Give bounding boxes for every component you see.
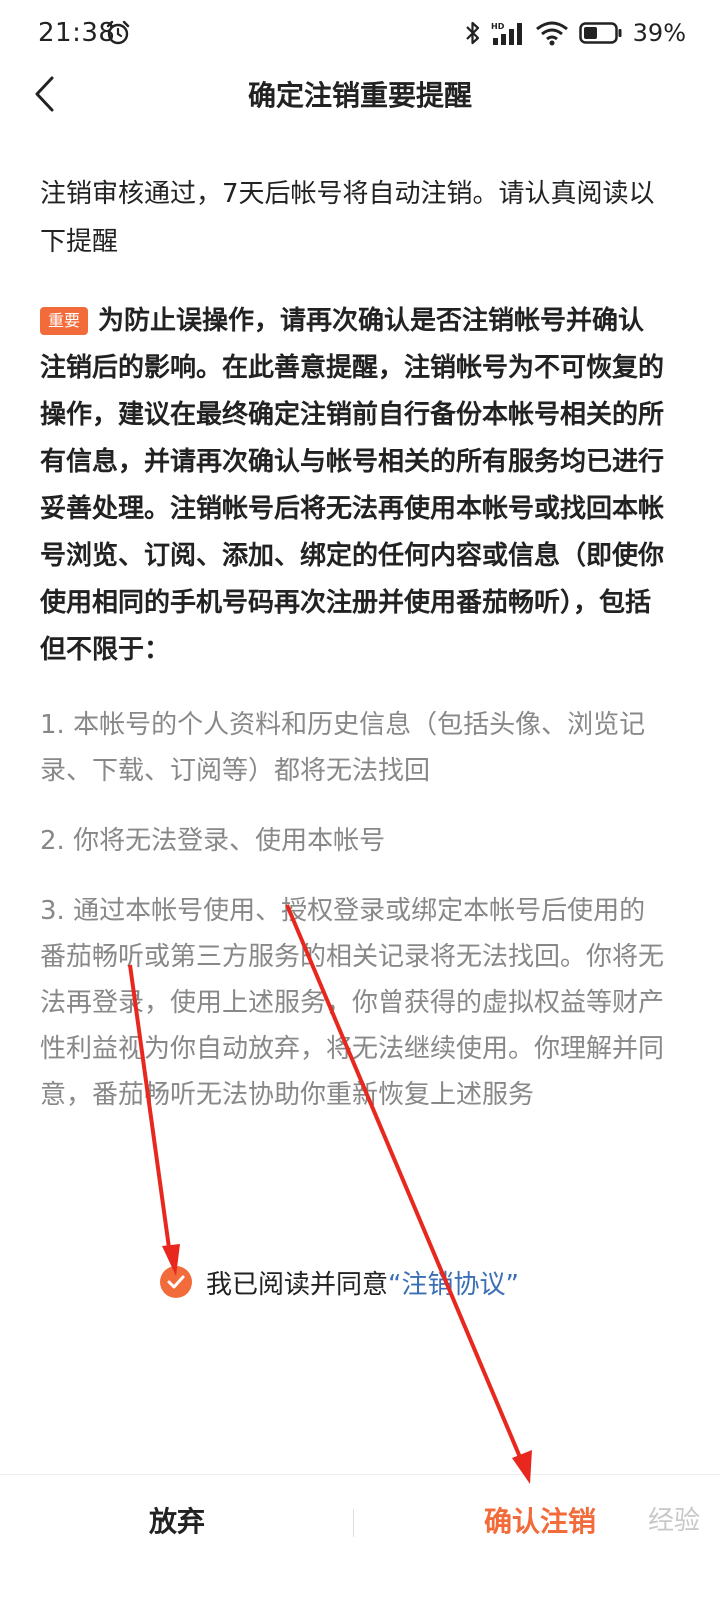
content: 注销审核通过，7天后帐号将自动注销。请认真阅读以下提醒 重要 为防止误操作，请再次…	[40, 170, 670, 1118]
important-badge: 重要	[40, 307, 89, 335]
status-icons: HD 39%	[465, 16, 686, 50]
battery-icon	[578, 22, 622, 44]
intro-text: 注销审核通过，7天后帐号将自动注销。请认真阅读以下提醒	[40, 179, 655, 257]
status-bar: 21:38 HD 39%	[0, 0, 720, 66]
footer-bar: 放弃 确认注销	[0, 1474, 720, 1569]
alarm-icon	[106, 20, 130, 45]
consequence-item-1: 1. 本帐号的个人资料和历史信息（包括头像、浏览记录、下载、订阅等）都将无法找回	[40, 710, 646, 786]
bluetooth-icon	[465, 21, 479, 45]
check-icon	[167, 1275, 185, 1289]
battery-percent: 39%	[632, 19, 686, 47]
signal-icon: HD	[491, 22, 522, 45]
wifi-icon	[535, 21, 568, 46]
agree-checkbox[interactable]	[160, 1266, 192, 1298]
abandon-button[interactable]: 放弃	[0, 1475, 354, 1569]
svg-text:HD: HD	[491, 22, 505, 31]
consequence-item-3: 3. 通过本帐号使用、授权登录或绑定本帐号后使用的番茄畅听或第三方服务的相关记录…	[40, 896, 665, 1110]
page-title: 确定注销重要提醒	[247, 79, 472, 112]
consequence-item-2: 2. 你将无法登录、使用本帐号	[40, 826, 386, 856]
agreement-row: 我已阅读并同意“注销协议”	[160, 1262, 519, 1302]
important-text: 为防止误操作，请再次确认是否注销帐号并确认注销后的影响。在此善意提醒，注销帐号为…	[40, 306, 665, 665]
footer-divider	[353, 1509, 354, 1537]
important-notice: 重要 为防止误操作，请再次确认是否注销帐号并确认注销后的影响。在此善意提醒，注销帐…	[40, 298, 670, 674]
watermark: 经验	[647, 1506, 700, 1536]
agreement-link[interactable]: “注销协议”	[388, 1270, 519, 1300]
agree-text: 我已阅读并同意	[206, 1269, 389, 1300]
